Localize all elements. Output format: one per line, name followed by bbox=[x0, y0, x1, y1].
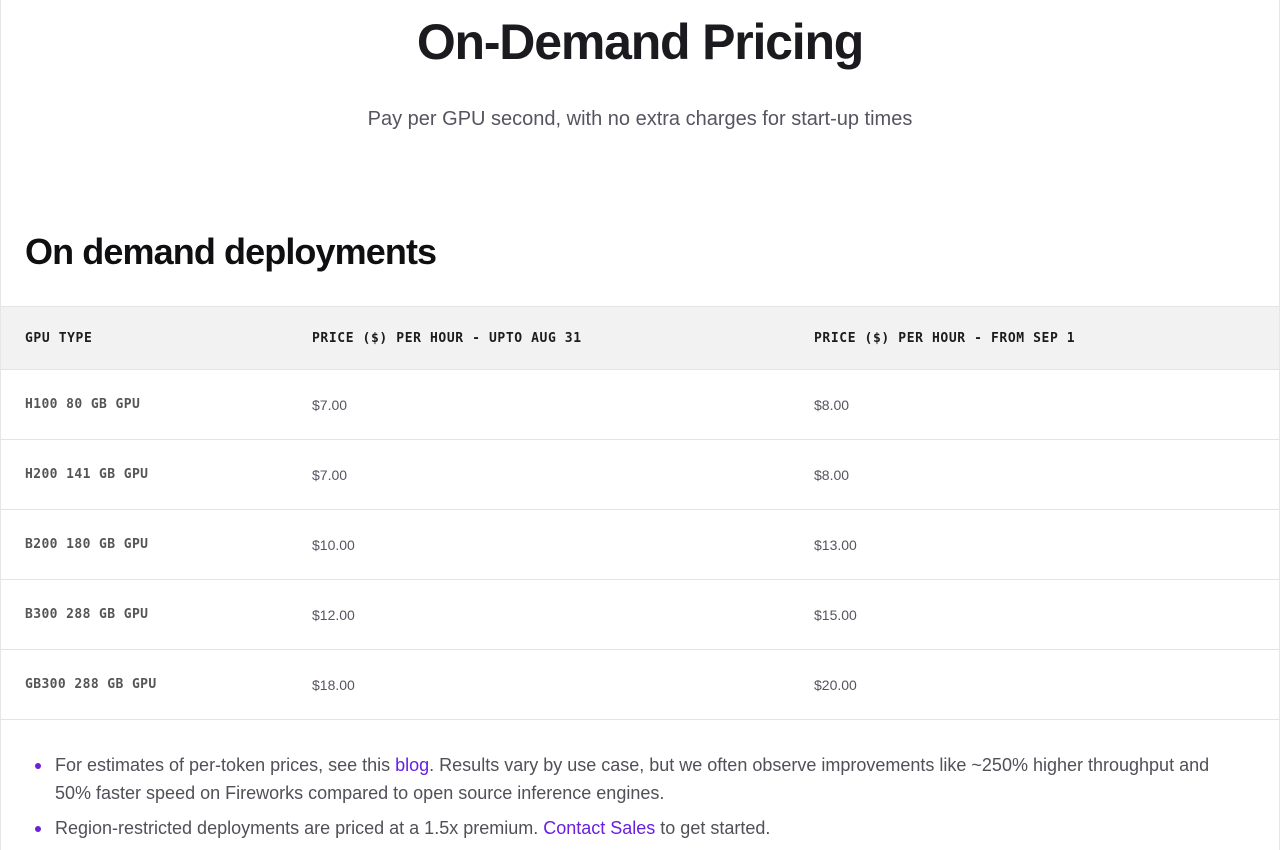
price-from-sep-1-cell: $8.00 bbox=[814, 466, 850, 483]
gpu-type-cell: B300 288 GB GPU bbox=[25, 607, 149, 622]
section-heading: On demand deployments bbox=[25, 231, 437, 272]
pricing-notes-list: For estimates of per-token prices, see t… bbox=[35, 751, 1235, 849]
price-from-sep-1-cell: $20.00 bbox=[814, 676, 857, 693]
table-header-row: GPU TYPE PRICE ($) PER HOUR - UPTO AUG 3… bbox=[1, 306, 1279, 370]
list-item: Region-restricted deployments are priced… bbox=[35, 814, 1235, 842]
gpu-type-cell: H200 141 GB GPU bbox=[25, 467, 149, 482]
gpu-type-cell: GB300 288 GB GPU bbox=[25, 677, 157, 692]
table-row: GB300 288 GB GPU $18.00 $20.00 bbox=[1, 650, 1279, 720]
list-item: For estimates of per-token prices, see t… bbox=[35, 751, 1235, 807]
note-text: For estimates of per-token prices, see t… bbox=[55, 755, 396, 775]
table-row: B300 288 GB GPU $12.00 $15.00 bbox=[1, 580, 1279, 650]
page-subtitle: Pay per GPU second, with no extra charge… bbox=[367, 108, 913, 130]
blog-link[interactable]: blog bbox=[395, 755, 429, 775]
price-upto-aug-31-cell: $18.00 bbox=[312, 676, 355, 693]
bullet-dot-icon bbox=[35, 826, 41, 832]
table-row: H200 141 GB GPU $7.00 $8.00 bbox=[1, 440, 1279, 510]
note-text: to get started. bbox=[655, 818, 771, 838]
price-upto-aug-31-cell: $7.00 bbox=[312, 466, 348, 483]
contact-sales-link[interactable]: Contact Sales bbox=[543, 818, 655, 838]
gpu-type-cell: H100 80 GB GPU bbox=[25, 397, 141, 412]
price-upto-aug-31-cell: $12.00 bbox=[312, 606, 355, 623]
gpu-type-cell: B200 180 GB GPU bbox=[25, 537, 149, 552]
table-row: B200 180 GB GPU $10.00 $13.00 bbox=[1, 510, 1279, 580]
pricing-table: GPU TYPE PRICE ($) PER HOUR - UPTO AUG 3… bbox=[1, 306, 1279, 720]
price-from-sep-1-cell: $13.00 bbox=[814, 536, 857, 553]
column-header-gpu-type: GPU TYPE bbox=[25, 330, 93, 346]
bullet-dot-icon bbox=[35, 763, 41, 769]
column-header-price-upto-aug-31: PRICE ($) PER HOUR - UPTO AUG 31 bbox=[312, 330, 582, 346]
price-upto-aug-31-cell: $10.00 bbox=[312, 536, 355, 553]
price-upto-aug-31-cell: $7.00 bbox=[312, 396, 348, 413]
table-row: H100 80 GB GPU $7.00 $8.00 bbox=[1, 370, 1279, 440]
column-header-price-from-sep-1: PRICE ($) PER HOUR - FROM SEP 1 bbox=[814, 330, 1076, 346]
price-from-sep-1-cell: $15.00 bbox=[814, 606, 857, 623]
page-title: On-Demand Pricing bbox=[416, 14, 865, 70]
price-from-sep-1-cell: $8.00 bbox=[814, 396, 850, 413]
note-text: Region-restricted deployments are priced… bbox=[55, 818, 544, 838]
